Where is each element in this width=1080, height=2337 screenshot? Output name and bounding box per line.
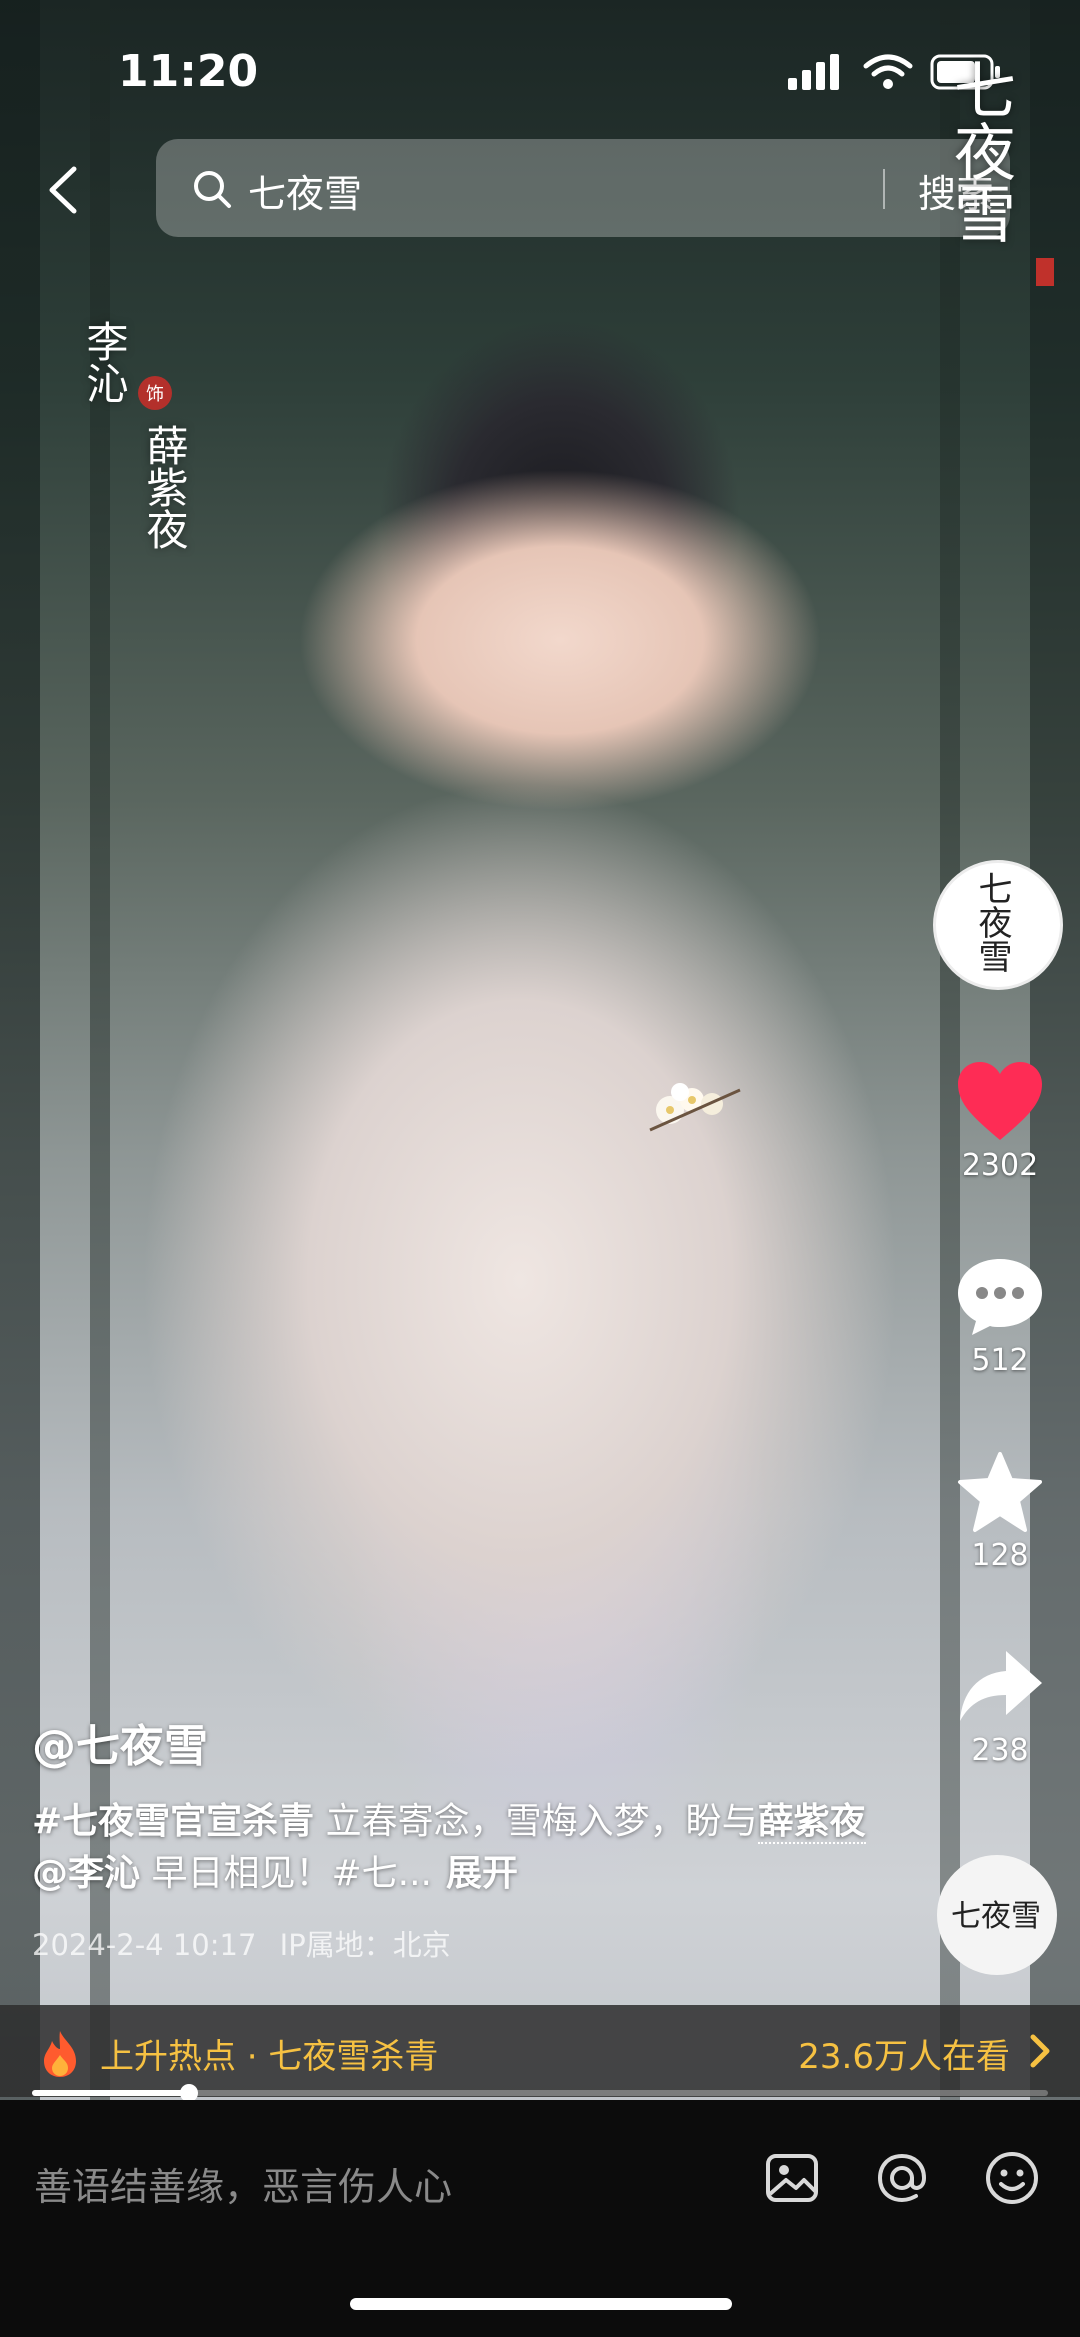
avatar-text: 七夜雪 <box>972 871 1012 973</box>
video-progress-bar[interactable] <box>32 2084 1048 2102</box>
share-count: 238 <box>971 1733 1029 1768</box>
heart-icon <box>958 1062 1042 1140</box>
actor-name: 李沁 <box>80 320 129 404</box>
cellular-signal-icon <box>788 54 839 90</box>
plum-blossom-image <box>649 1083 741 1132</box>
search-query[interactable]: 七夜雪 <box>248 163 362 218</box>
post-info: @七夜雪 #七夜雪官宣杀青 立春寄念，雪梅入梦，盼与薛紫夜 @李沁 早日相见！#七… <box>32 1710 892 1964</box>
back-arrow-icon[interactable] <box>44 165 84 215</box>
search-icon <box>194 171 231 208</box>
search-bar[interactable]: 七夜雪 搜索 <box>156 139 1010 237</box>
top-bar: 七夜雪 搜索 <box>0 135 1080 245</box>
avatar[interactable]: 七夜雪 <box>933 860 1063 990</box>
progress-fill <box>32 2090 190 2096</box>
favorite-button[interactable]: 128 <box>930 1450 1070 1573</box>
post-meta: 2024-2-4 10:17 IP属地：北京 <box>32 1922 892 1964</box>
like-count: 2302 <box>961 1148 1039 1183</box>
comment-count: 512 <box>971 1343 1029 1378</box>
comment-button[interactable]: 512 <box>930 1255 1070 1378</box>
music-disc[interactable]: 七夜雪 <box>937 1855 1057 1975</box>
home-indicator <box>350 2298 732 2310</box>
status-time: 11:20 <box>118 46 259 97</box>
share-button[interactable]: 238 <box>930 1645 1070 1768</box>
hashtag-link[interactable]: #七夜雪官宣杀青 <box>32 1801 314 1842</box>
mention-link[interactable]: @李沁 <box>32 1853 140 1894</box>
chevron-right-icon <box>1030 2034 1050 2068</box>
desc-text: 立春寄念，雪梅入梦，盼与 <box>314 1801 758 1842</box>
image-icon[interactable] <box>762 2148 822 2208</box>
role-name: 薛紫夜 <box>140 424 189 550</box>
share-arrow-icon <box>960 1651 1042 1721</box>
star-icon <box>958 1452 1042 1532</box>
desc-text-2: 早日相见！#七... <box>140 1853 432 1894</box>
favorite-count: 128 <box>971 1538 1029 1573</box>
watching-count: 23.6万人在看 <box>798 2037 1010 2077</box>
emoji-icon[interactable] <box>982 2148 1042 2208</box>
role-seal: 饰 <box>138 376 172 410</box>
at-mention-icon[interactable] <box>872 2148 932 2208</box>
comment-icon <box>958 1259 1042 1335</box>
author-name[interactable]: @七夜雪 <box>32 1710 892 1774</box>
comment-input[interactable]: 善语结善缘，恶言伤人心 <box>34 2156 452 2211</box>
expand-button[interactable]: 展开 <box>446 1853 518 1894</box>
search-divider <box>883 169 885 209</box>
role-link[interactable]: 薛紫夜 <box>757 1801 866 1844</box>
status-bar: 11:20 <box>0 0 1080 130</box>
ip-location: IP属地：北京 <box>279 1928 451 1962</box>
post-date: 2024-2-4 10:17 <box>32 1928 257 1962</box>
hot-topic-label: 上升热点 · 七夜雪杀青 <box>100 2037 439 2077</box>
show-logo-text: 七夜雪 <box>943 58 1016 244</box>
logo-seal <box>1036 258 1054 286</box>
show-logo: 七夜雪 <box>936 58 1076 298</box>
hot-topic-bar[interactable]: 上升热点 · 七夜雪杀青 23.6万人在看 <box>0 2005 1080 2097</box>
like-button[interactable]: 2302 <box>930 1060 1070 1183</box>
wifi-icon <box>863 54 913 89</box>
fire-icon <box>44 2031 76 2077</box>
post-description: #七夜雪官宣杀青 立春寄念，雪梅入梦，盼与薛紫夜 @李沁 早日相见！#七... 展开 <box>32 1796 892 1900</box>
music-disc-text: 七夜雪 <box>951 1899 1041 1934</box>
